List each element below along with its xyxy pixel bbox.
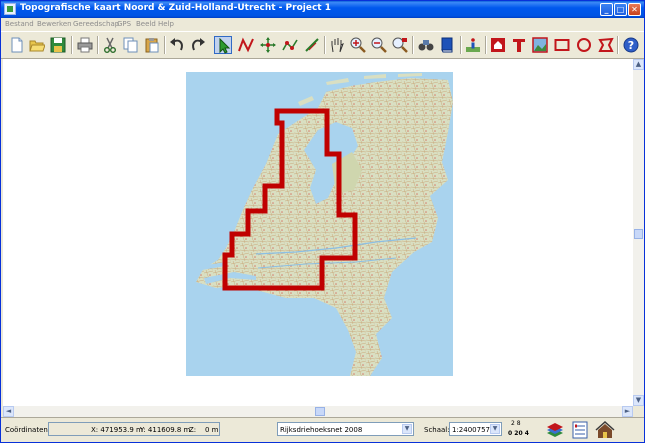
menu-gps[interactable]: GPS xyxy=(117,20,131,28)
cut-icon[interactable] xyxy=(101,36,119,54)
rectangle-tool-icon[interactable] xyxy=(553,36,571,54)
list-panel-icon[interactable] xyxy=(570,421,590,439)
menu-bar: Bestand Bewerken Gereedschap GPS Beeld H… xyxy=(1,18,644,30)
scroll-right-arrow[interactable]: ► xyxy=(622,406,633,417)
svg-text:?: ? xyxy=(628,39,634,52)
coordinates-label: Coördinaten: xyxy=(5,426,51,434)
scale-bar-bottom-text: 0 20 4 xyxy=(508,430,529,437)
menu-bestand[interactable]: Bestand xyxy=(5,20,34,28)
status-bar: Coördinaten: X: 471953.9 m Y: 411609.8 m… xyxy=(1,417,644,442)
vertical-scroll-thumb[interactable] xyxy=(634,229,643,239)
new-document-icon[interactable] xyxy=(8,36,26,54)
scale-dropdown-arrow[interactable]: ▼ xyxy=(490,424,500,434)
open-folder-icon[interactable] xyxy=(28,36,46,54)
menu-beeld[interactable]: Beeld xyxy=(136,20,156,28)
scroll-up-arrow[interactable]: ▲ xyxy=(633,59,644,70)
menu-help[interactable]: Help xyxy=(158,20,174,28)
title-bar[interactable]: Topografische kaart Noord & Zuid-Holland… xyxy=(1,1,644,18)
grid-system-select[interactable]: Rijksdriehoeksnet 2008 ▼ xyxy=(277,422,414,436)
grid-system-value: Rijksdriehoeksnet 2008 xyxy=(280,426,363,434)
grid-system-dropdown-arrow[interactable]: ▼ xyxy=(402,424,412,434)
z-value: 0 m xyxy=(205,426,219,434)
house-pin-icon[interactable] xyxy=(595,420,615,439)
y-coordinate: Y: 411609.8 m xyxy=(140,426,191,434)
paste-icon[interactable] xyxy=(143,36,161,54)
menu-bewerken[interactable]: Bewerken xyxy=(37,20,72,28)
scale-value: 1:2400757 xyxy=(452,426,490,434)
map-image xyxy=(186,72,453,376)
menu-gereedschap[interactable]: Gereedschap xyxy=(73,20,119,28)
netherlands-map[interactable] xyxy=(186,72,453,376)
close-button[interactable]: ✕ xyxy=(628,3,641,16)
zoom-area-icon[interactable] xyxy=(391,36,409,54)
vertical-scrollbar[interactable]: ▲ ▼ xyxy=(633,59,644,406)
minimize-button[interactable]: _ xyxy=(600,3,613,16)
x-coordinate: X: 471953.9 m xyxy=(91,426,143,434)
zoom-in-icon[interactable] xyxy=(349,36,367,54)
zoom-out-icon[interactable] xyxy=(370,36,388,54)
app-map-icon xyxy=(4,3,16,15)
copy-icon[interactable] xyxy=(122,36,140,54)
application-window: Topografische kaart Noord & Zuid-Holland… xyxy=(0,0,645,443)
maximize-button[interactable]: □ xyxy=(614,3,627,16)
polygon-tool-icon[interactable] xyxy=(597,36,615,54)
scale-bar-top-text: 2 8 xyxy=(511,420,521,427)
save-icon[interactable] xyxy=(49,36,67,54)
scroll-left-arrow[interactable]: ◄ xyxy=(3,406,14,417)
select-arrow-icon[interactable] xyxy=(214,36,232,54)
print-icon[interactable] xyxy=(76,36,94,54)
z-label: Z: xyxy=(189,426,197,434)
map-canvas[interactable] xyxy=(3,59,633,406)
pan-hand-icon[interactable] xyxy=(328,36,346,54)
text-tool-icon[interactable] xyxy=(510,36,528,54)
route-icon[interactable] xyxy=(237,36,255,54)
undo-icon[interactable] xyxy=(168,36,186,54)
scroll-down-arrow[interactable]: ▼ xyxy=(633,395,644,406)
window-title: Topografische kaart Noord & Zuid-Holland… xyxy=(20,3,331,13)
waypoint-house-icon[interactable] xyxy=(489,36,507,54)
help-icon[interactable]: ? xyxy=(622,36,640,54)
gps-binoculars-icon[interactable] xyxy=(417,36,435,54)
track-edit-icon[interactable] xyxy=(281,36,299,54)
measure-icon[interactable] xyxy=(303,36,321,54)
waypoint-move-icon[interactable] xyxy=(259,36,277,54)
scale-bar-icon[interactable]: 2 8 0 20 4 xyxy=(508,420,530,440)
layers-icon[interactable] xyxy=(545,421,565,439)
redo-icon[interactable] xyxy=(189,36,207,54)
coordinates-readout: X: 471953.9 m Y: 411609.8 m Z: 0 m xyxy=(48,422,220,436)
image-tool-icon[interactable] xyxy=(531,36,549,54)
horizontal-scroll-thumb[interactable] xyxy=(315,407,325,416)
circle-tool-icon[interactable] xyxy=(575,36,593,54)
book-icon[interactable] xyxy=(438,36,456,54)
scale-select[interactable]: 1:2400757 ▼ xyxy=(449,422,502,436)
horizontal-scrollbar[interactable]: ◄ ► xyxy=(3,406,633,417)
scale-label: Schaal: xyxy=(424,426,450,434)
toolbar: ? xyxy=(1,31,644,59)
info-icon[interactable] xyxy=(464,36,482,54)
